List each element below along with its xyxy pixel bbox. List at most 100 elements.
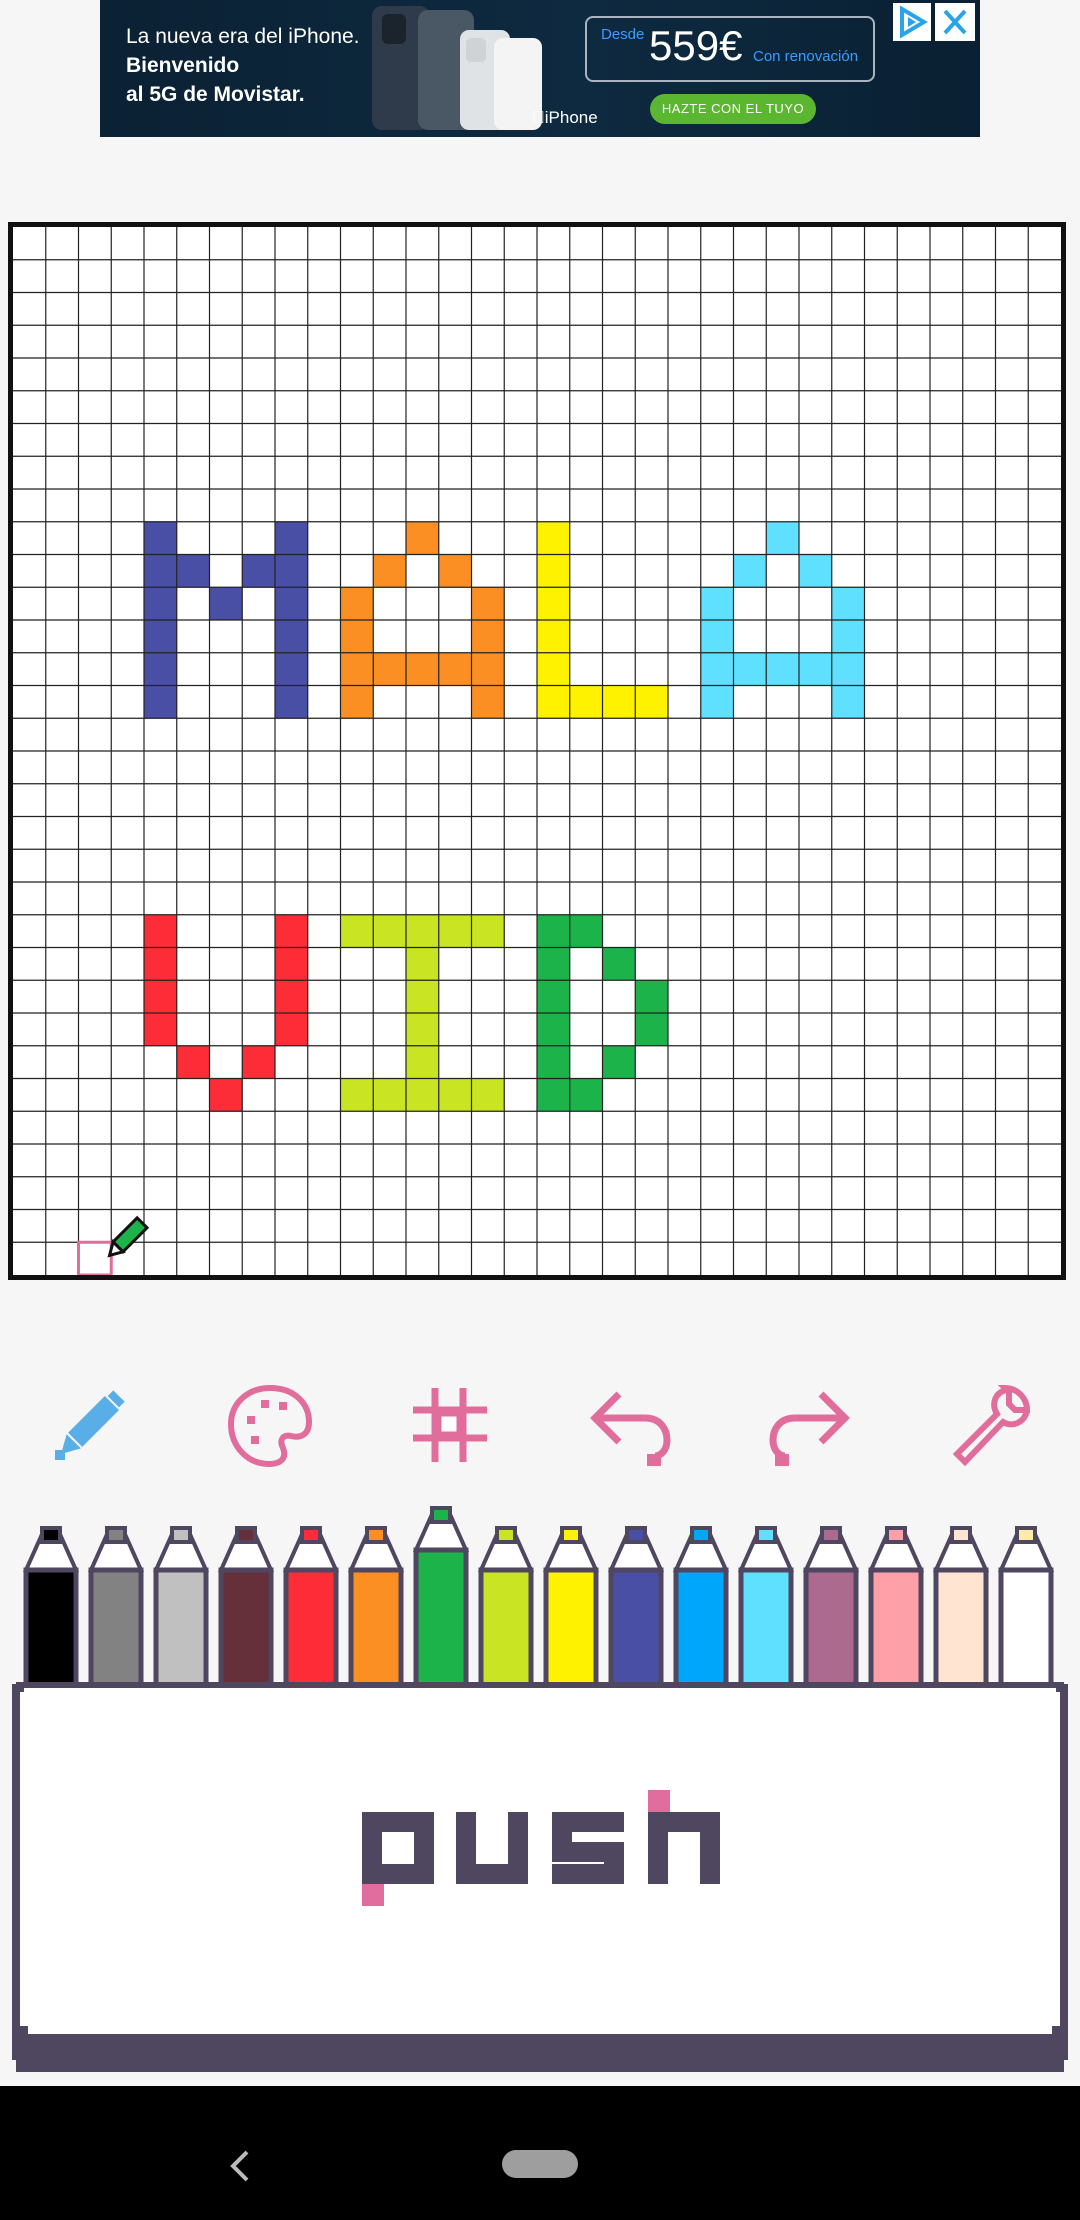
redo-icon[interactable] <box>765 1380 855 1470</box>
painted-pixel[interactable] <box>602 685 636 719</box>
back-icon[interactable] <box>225 2146 255 2186</box>
undo-icon[interactable] <box>585 1380 675 1470</box>
painted-pixel[interactable] <box>537 947 570 981</box>
painted-pixel[interactable] <box>438 652 472 686</box>
painted-pixel[interactable] <box>144 1013 177 1046</box>
color-pencil-8[interactable] <box>542 1524 600 1697</box>
painted-pixel[interactable] <box>635 980 668 1013</box>
painted-pixel[interactable] <box>537 1078 570 1112</box>
painted-pixel[interactable] <box>406 1078 439 1112</box>
painted-pixel[interactable] <box>438 1078 472 1112</box>
painted-pixel[interactable] <box>176 554 210 588</box>
painted-pixel[interactable] <box>340 685 374 719</box>
painted-pixel[interactable] <box>438 554 472 588</box>
palette-tool-icon[interactable] <box>225 1380 315 1470</box>
painted-pixel[interactable] <box>275 1013 308 1046</box>
painted-pixel[interactable] <box>406 521 439 555</box>
painted-pixel[interactable] <box>602 1045 636 1079</box>
color-pencil-4[interactable] <box>282 1524 340 1697</box>
painted-pixel[interactable] <box>144 521 177 555</box>
painted-pixel[interactable] <box>471 652 505 686</box>
painted-pixel[interactable] <box>242 1045 275 1079</box>
painted-pixel[interactable] <box>373 554 406 588</box>
painted-pixel[interactable] <box>537 587 570 620</box>
painted-pixel[interactable] <box>144 914 177 948</box>
painted-pixel[interactable] <box>438 914 472 948</box>
painted-pixel[interactable] <box>733 554 767 588</box>
painted-pixel[interactable] <box>602 947 636 981</box>
painted-pixel[interactable] <box>406 914 439 948</box>
color-pencil-7[interactable] <box>477 1524 535 1697</box>
painted-pixel[interactable] <box>471 620 505 653</box>
color-pencil-5[interactable] <box>347 1524 405 1697</box>
painted-pixel[interactable] <box>700 652 734 686</box>
painted-pixel[interactable] <box>406 980 439 1013</box>
painted-pixel[interactable] <box>471 914 505 948</box>
painted-pixel[interactable] <box>275 554 308 588</box>
painted-pixel[interactable] <box>537 980 570 1013</box>
home-pill-icon[interactable] <box>502 2150 578 2178</box>
pixel-grid[interactable] <box>13 227 1061 1275</box>
painted-pixel[interactable] <box>144 652 177 686</box>
painted-pixel[interactable] <box>831 620 865 653</box>
painted-pixel[interactable] <box>275 587 308 620</box>
painted-pixel[interactable] <box>537 685 570 719</box>
color-pencil-2[interactable] <box>152 1524 210 1697</box>
painted-pixel[interactable] <box>340 620 374 653</box>
painted-pixel[interactable] <box>635 1013 668 1046</box>
painted-pixel[interactable] <box>144 947 177 981</box>
painted-pixel[interactable] <box>373 914 406 948</box>
color-pencil-6[interactable] <box>412 1504 470 1697</box>
painted-pixel[interactable] <box>831 652 865 686</box>
painted-pixel[interactable] <box>373 652 406 686</box>
painted-pixel[interactable] <box>569 1078 603 1112</box>
painted-pixel[interactable] <box>144 980 177 1013</box>
color-pencil-14[interactable] <box>932 1524 990 1697</box>
painted-pixel[interactable] <box>406 652 439 686</box>
painted-pixel[interactable] <box>471 685 505 719</box>
push-button[interactable]: push <box>12 1680 1068 2074</box>
painted-pixel[interactable] <box>537 1013 570 1046</box>
painted-pixel[interactable] <box>209 587 243 620</box>
painted-pixel[interactable] <box>700 620 734 653</box>
painted-pixel[interactable] <box>275 685 308 719</box>
painted-pixel[interactable] <box>275 521 308 555</box>
pencil-tool-icon[interactable] <box>45 1380 135 1470</box>
painted-pixel[interactable] <box>537 652 570 686</box>
painted-pixel[interactable] <box>275 620 308 653</box>
pixel-canvas[interactable] <box>8 222 1066 1280</box>
painted-pixel[interactable] <box>144 620 177 653</box>
painted-pixel[interactable] <box>373 1078 406 1112</box>
wrench-settings-icon[interactable] <box>945 1380 1035 1470</box>
color-pencil-9[interactable] <box>607 1524 665 1697</box>
painted-pixel[interactable] <box>569 914 603 948</box>
ad-close-icon[interactable] <box>935 3 975 41</box>
painted-pixel[interactable] <box>176 1045 210 1079</box>
painted-pixel[interactable] <box>537 1045 570 1079</box>
painted-pixel[interactable] <box>275 914 308 948</box>
grid-tool-icon[interactable] <box>405 1380 495 1470</box>
painted-pixel[interactable] <box>537 554 570 588</box>
painted-pixel[interactable] <box>799 554 832 588</box>
painted-pixel[interactable] <box>799 652 832 686</box>
color-pencil-13[interactable] <box>867 1524 925 1697</box>
painted-pixel[interactable] <box>569 685 603 719</box>
painted-pixel[interactable] <box>406 1045 439 1079</box>
painted-pixel[interactable] <box>831 685 865 719</box>
painted-pixel[interactable] <box>275 980 308 1013</box>
color-pencil-3[interactable] <box>217 1524 275 1697</box>
ad-cta-button[interactable]: HAZTE CON EL TUYO <box>650 94 816 124</box>
painted-pixel[interactable] <box>635 685 668 719</box>
painted-pixel[interactable] <box>471 1078 505 1112</box>
painted-pixel[interactable] <box>733 652 767 686</box>
painted-pixel[interactable] <box>340 914 374 948</box>
painted-pixel[interactable] <box>700 587 734 620</box>
color-pencil-12[interactable] <box>802 1524 860 1697</box>
painted-pixel[interactable] <box>766 652 799 686</box>
painted-pixel[interactable] <box>340 652 374 686</box>
painted-pixel[interactable] <box>471 587 505 620</box>
painted-pixel[interactable] <box>537 620 570 653</box>
painted-pixel[interactable] <box>340 587 374 620</box>
painted-pixel[interactable] <box>340 1078 374 1112</box>
color-pencil-1[interactable] <box>87 1524 145 1697</box>
